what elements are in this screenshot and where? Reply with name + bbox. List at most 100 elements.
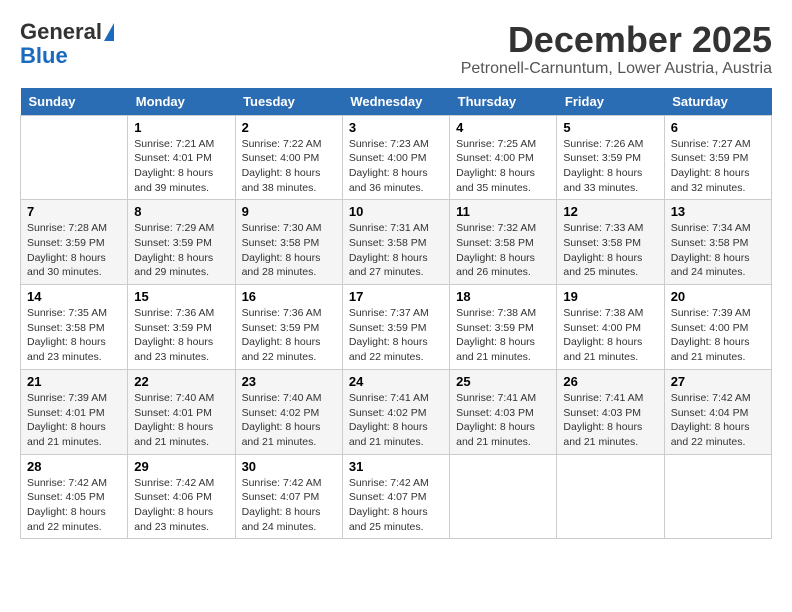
weekday-header-thursday: Thursday bbox=[450, 88, 557, 116]
day-info: Sunrise: 7:40 AM Sunset: 4:02 PM Dayligh… bbox=[242, 391, 336, 450]
calendar-cell: 19 Sunrise: 7:38 AM Sunset: 4:00 PM Dayli… bbox=[557, 285, 664, 370]
calendar-table: SundayMondayTuesdayWednesdayThursdayFrid… bbox=[20, 88, 772, 540]
calendar-week-2: 7Sunrise: 7:28 AM Sunset: 3:59 PM Daylig… bbox=[21, 200, 772, 285]
calendar-cell: 16 Sunrise: 7:36 AM Sunset: 3:59 PM Dayli… bbox=[235, 285, 342, 370]
logo-triangle-icon bbox=[104, 23, 114, 41]
day-info: Sunrise: 7:38 AM Sunset: 3:59 PM Dayligh… bbox=[456, 306, 550, 365]
calendar-cell: 10 Sunrise: 7:31 AM Sunset: 3:58 PM Dayli… bbox=[342, 200, 449, 285]
day-info: Sunrise: 7:31 AM Sunset: 3:58 PM Dayligh… bbox=[349, 221, 443, 280]
day-number: 13 bbox=[671, 204, 765, 219]
day-info: Sunrise: 7:30 AM Sunset: 3:58 PM Dayligh… bbox=[242, 221, 336, 280]
day-info: Sunrise: 7:26 AM Sunset: 3:59 PM Dayligh… bbox=[563, 137, 657, 196]
calendar-week-3: 14Sunrise: 7:35 AM Sunset: 3:58 PM Dayli… bbox=[21, 285, 772, 370]
logo-general: General bbox=[20, 20, 102, 44]
weekday-header-tuesday: Tuesday bbox=[235, 88, 342, 116]
day-info: Sunrise: 7:25 AM Sunset: 4:00 PM Dayligh… bbox=[456, 137, 550, 196]
calendar-week-5: 28 Sunrise: 7:42 AM Sunset: 4:05 PM Dayli… bbox=[21, 454, 772, 539]
day-info: Sunrise: 7:27 AM Sunset: 3:59 PM Dayligh… bbox=[671, 137, 765, 196]
calendar-week-1: 1 Sunrise: 7:21 AM Sunset: 4:01 PM Daylig… bbox=[21, 115, 772, 200]
calendar-cell: 22 Sunrise: 7:40 AM Sunset: 4:01 PM Dayli… bbox=[128, 369, 235, 454]
calendar-cell bbox=[557, 454, 664, 539]
calendar-cell bbox=[21, 115, 128, 200]
day-info: Sunrise: 7:23 AM Sunset: 4:00 PM Dayligh… bbox=[349, 137, 443, 196]
day-info: Sunrise: 7:36 AM Sunset: 3:59 PM Dayligh… bbox=[242, 306, 336, 365]
day-number: 12 bbox=[563, 204, 657, 219]
day-number: 6 bbox=[671, 120, 765, 135]
weekday-header-sunday: Sunday bbox=[21, 88, 128, 116]
day-info: Sunrise: 7:39 AM Sunset: 4:00 PM Dayligh… bbox=[671, 306, 765, 365]
day-number: 24 bbox=[349, 374, 443, 389]
day-number: 10 bbox=[349, 204, 443, 219]
day-number: 28 bbox=[27, 459, 121, 474]
day-info: Sunrise: 7:41 AM Sunset: 4:03 PM Dayligh… bbox=[563, 391, 657, 450]
calendar-cell: 23 Sunrise: 7:40 AM Sunset: 4:02 PM Dayli… bbox=[235, 369, 342, 454]
weekday-header-monday: Monday bbox=[128, 88, 235, 116]
day-info: Sunrise: 7:29 AM Sunset: 3:59 PM Dayligh… bbox=[134, 221, 228, 280]
day-number: 23 bbox=[242, 374, 336, 389]
calendar-week-4: 21 Sunrise: 7:39 AM Sunset: 4:01 PM Dayli… bbox=[21, 369, 772, 454]
day-info: Sunrise: 7:39 AM Sunset: 4:01 PM Dayligh… bbox=[27, 391, 121, 450]
weekday-header-friday: Friday bbox=[557, 88, 664, 116]
day-info: Sunrise: 7:41 AM Sunset: 4:03 PM Dayligh… bbox=[456, 391, 550, 450]
calendar-cell: 7Sunrise: 7:28 AM Sunset: 3:59 PM Daylig… bbox=[21, 200, 128, 285]
day-info: Sunrise: 7:21 AM Sunset: 4:01 PM Dayligh… bbox=[134, 137, 228, 196]
calendar-cell: 26 Sunrise: 7:41 AM Sunset: 4:03 PM Dayli… bbox=[557, 369, 664, 454]
calendar-cell: 15Sunrise: 7:36 AM Sunset: 3:59 PM Dayli… bbox=[128, 285, 235, 370]
day-info: Sunrise: 7:42 AM Sunset: 4:07 PM Dayligh… bbox=[349, 476, 443, 535]
day-info: Sunrise: 7:37 AM Sunset: 3:59 PM Dayligh… bbox=[349, 306, 443, 365]
day-number: 4 bbox=[456, 120, 550, 135]
day-number: 22 bbox=[134, 374, 228, 389]
day-number: 18 bbox=[456, 289, 550, 304]
day-info: Sunrise: 7:41 AM Sunset: 4:02 PM Dayligh… bbox=[349, 391, 443, 450]
day-info: Sunrise: 7:42 AM Sunset: 4:06 PM Dayligh… bbox=[134, 476, 228, 535]
day-number: 29 bbox=[134, 459, 228, 474]
calendar-cell: 18 Sunrise: 7:38 AM Sunset: 3:59 PM Dayli… bbox=[450, 285, 557, 370]
day-number: 1 bbox=[134, 120, 228, 135]
day-number: 5 bbox=[563, 120, 657, 135]
calendar-cell: 31 Sunrise: 7:42 AM Sunset: 4:07 PM Dayli… bbox=[342, 454, 449, 539]
weekday-header-row: SundayMondayTuesdayWednesdayThursdayFrid… bbox=[21, 88, 772, 116]
day-info: Sunrise: 7:40 AM Sunset: 4:01 PM Dayligh… bbox=[134, 391, 228, 450]
calendar-cell: 8 Sunrise: 7:29 AM Sunset: 3:59 PM Daylig… bbox=[128, 200, 235, 285]
day-number: 25 bbox=[456, 374, 550, 389]
page-header: General Blue December 2025 Petronell-Car… bbox=[20, 20, 772, 78]
day-number: 21 bbox=[27, 374, 121, 389]
day-number: 2 bbox=[242, 120, 336, 135]
day-info: Sunrise: 7:38 AM Sunset: 4:00 PM Dayligh… bbox=[563, 306, 657, 365]
day-info: Sunrise: 7:22 AM Sunset: 4:00 PM Dayligh… bbox=[242, 137, 336, 196]
day-info: Sunrise: 7:28 AM Sunset: 3:59 PM Dayligh… bbox=[27, 221, 121, 280]
day-number: 19 bbox=[563, 289, 657, 304]
day-info: Sunrise: 7:36 AM Sunset: 3:59 PM Dayligh… bbox=[134, 306, 228, 365]
calendar-cell: 20 Sunrise: 7:39 AM Sunset: 4:00 PM Dayli… bbox=[664, 285, 771, 370]
page-title: December 2025 bbox=[461, 20, 772, 60]
day-number: 8 bbox=[134, 204, 228, 219]
calendar-cell: 17 Sunrise: 7:37 AM Sunset: 3:59 PM Dayli… bbox=[342, 285, 449, 370]
day-number: 17 bbox=[349, 289, 443, 304]
calendar-cell: 24 Sunrise: 7:41 AM Sunset: 4:02 PM Dayli… bbox=[342, 369, 449, 454]
logo-blue: Blue bbox=[20, 44, 68, 68]
day-info: Sunrise: 7:35 AM Sunset: 3:58 PM Dayligh… bbox=[27, 306, 121, 365]
weekday-header-saturday: Saturday bbox=[664, 88, 771, 116]
day-info: Sunrise: 7:42 AM Sunset: 4:07 PM Dayligh… bbox=[242, 476, 336, 535]
logo: General Blue bbox=[20, 20, 114, 68]
calendar-cell: 30 Sunrise: 7:42 AM Sunset: 4:07 PM Dayli… bbox=[235, 454, 342, 539]
calendar-cell: 28 Sunrise: 7:42 AM Sunset: 4:05 PM Dayli… bbox=[21, 454, 128, 539]
weekday-header-wednesday: Wednesday bbox=[342, 88, 449, 116]
day-number: 26 bbox=[563, 374, 657, 389]
title-block: December 2025 Petronell-Carnuntum, Lower… bbox=[461, 20, 772, 78]
calendar-cell bbox=[450, 454, 557, 539]
day-number: 30 bbox=[242, 459, 336, 474]
day-number: 11 bbox=[456, 204, 550, 219]
day-number: 31 bbox=[349, 459, 443, 474]
day-info: Sunrise: 7:32 AM Sunset: 3:58 PM Dayligh… bbox=[456, 221, 550, 280]
day-info: Sunrise: 7:42 AM Sunset: 4:04 PM Dayligh… bbox=[671, 391, 765, 450]
calendar-cell: 1 Sunrise: 7:21 AM Sunset: 4:01 PM Daylig… bbox=[128, 115, 235, 200]
calendar-cell bbox=[664, 454, 771, 539]
day-info: Sunrise: 7:33 AM Sunset: 3:58 PM Dayligh… bbox=[563, 221, 657, 280]
day-number: 16 bbox=[242, 289, 336, 304]
day-number: 20 bbox=[671, 289, 765, 304]
calendar-cell: 2 Sunrise: 7:22 AM Sunset: 4:00 PM Daylig… bbox=[235, 115, 342, 200]
calendar-cell: 13Sunrise: 7:34 AM Sunset: 3:58 PM Dayli… bbox=[664, 200, 771, 285]
day-info: Sunrise: 7:42 AM Sunset: 4:05 PM Dayligh… bbox=[27, 476, 121, 535]
calendar-cell: 11 Sunrise: 7:32 AM Sunset: 3:58 PM Dayli… bbox=[450, 200, 557, 285]
